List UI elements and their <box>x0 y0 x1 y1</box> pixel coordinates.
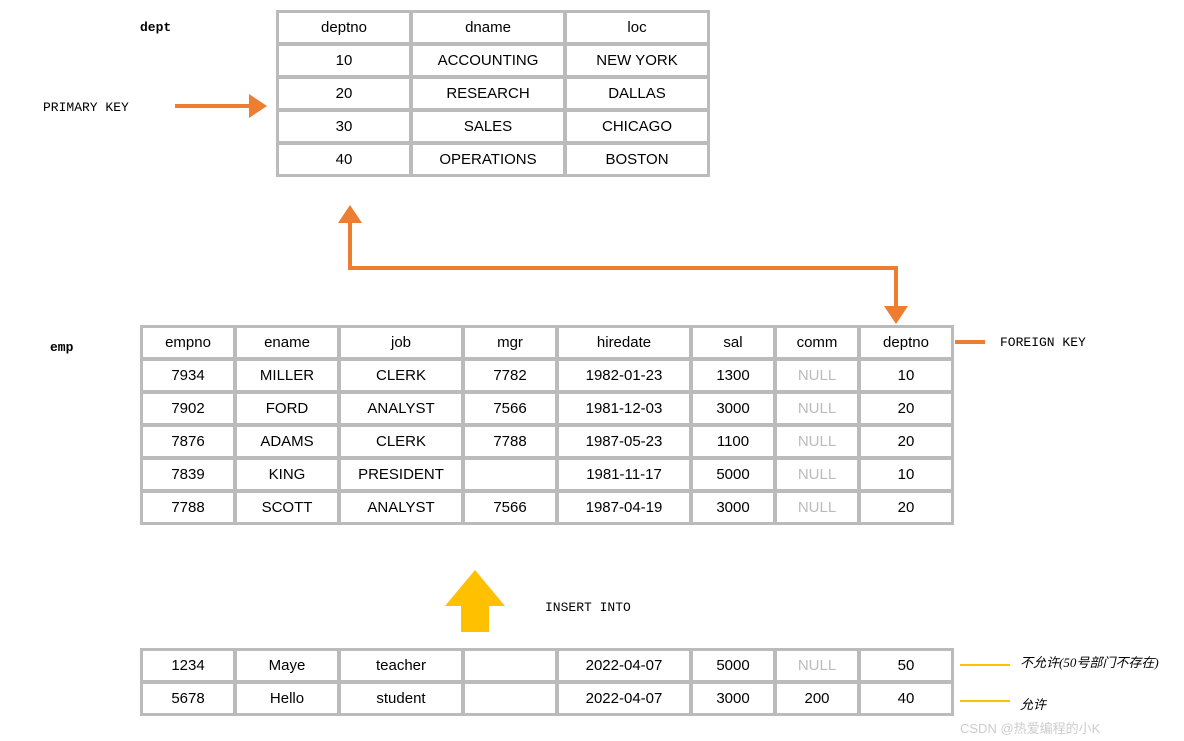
connector-v2 <box>894 266 898 306</box>
dept-table: deptno dname loc 10ACCOUNTINGNEW YORK 20… <box>276 10 710 177</box>
emp-table: empno ename job mgr hiredate sal comm de… <box>140 325 954 525</box>
table-header-row: empno ename job mgr hiredate sal comm de… <box>142 327 952 358</box>
table-row: 7839KINGPRESIDENT1981-11-175000NULL10 <box>142 459 952 490</box>
table-row: 7788SCOTTANALYST75661987-04-193000NULL20 <box>142 492 952 523</box>
not-allowed-label: 不允许(50号部门不存在) <box>1020 652 1160 671</box>
annot-line-2 <box>960 700 1010 702</box>
table-row: 5678Hellostudent2022-04-07300020040 <box>142 683 952 714</box>
insert-arrow-stem <box>461 606 489 632</box>
table-header-row: deptno dname loc <box>278 12 708 43</box>
arrow-up-icon <box>338 205 362 223</box>
annot-line-1 <box>960 664 1010 666</box>
arrow-down-icon <box>884 306 908 324</box>
watermark: CSDN @热爱编程的小K <box>960 718 1100 737</box>
table-row: 1234Mayeteacher2022-04-075000NULL50 <box>142 650 952 681</box>
table-row: 7876ADAMSCLERK77881987-05-231100NULL20 <box>142 426 952 457</box>
table-row: 7902FORDANALYST75661981-12-033000NULL20 <box>142 393 952 424</box>
insert-arrow-up-icon <box>445 570 505 606</box>
fk-arrow-shaft <box>955 340 985 344</box>
table-row: 20RESEARCHDALLAS <box>278 78 708 109</box>
emp-label: emp <box>50 340 73 355</box>
table-row: 40OPERATIONSBOSTON <box>278 144 708 175</box>
dept-header-deptno: deptno <box>278 12 410 43</box>
primary-key-label: PRIMARY KEY <box>43 100 129 115</box>
arrow-right-icon <box>249 94 267 118</box>
dept-label: dept <box>140 20 171 35</box>
table-row: 7934MILLERCLERK77821982-01-231300NULL10 <box>142 360 952 391</box>
dept-header-loc: loc <box>566 12 708 43</box>
table-row: 10ACCOUNTINGNEW YORK <box>278 45 708 76</box>
table-row: 30SALESCHICAGO <box>278 111 708 142</box>
insert-into-label: INSERT INTO <box>545 600 631 615</box>
allowed-label: 允许 <box>1020 694 1046 713</box>
insert-table: 1234Mayeteacher2022-04-075000NULL50 5678… <box>140 648 954 716</box>
foreign-key-label: FOREIGN KEY <box>1000 335 1086 350</box>
connector-v1 <box>348 223 352 268</box>
connector-h <box>348 266 898 270</box>
arrow-shaft <box>175 104 249 108</box>
dept-header-dname: dname <box>412 12 564 43</box>
